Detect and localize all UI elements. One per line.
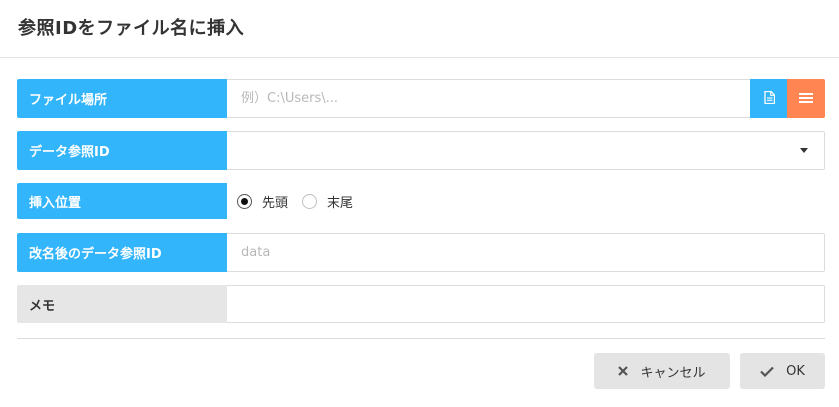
data-ref-id-row: データ参照ID: [17, 131, 825, 170]
memo-row: メモ: [17, 285, 825, 323]
memo-label: メモ: [17, 285, 227, 323]
close-icon: [618, 366, 629, 376]
renamed-data-ref-id-row: 改名後のデータ参照ID: [17, 233, 825, 272]
caret-down-icon: [800, 148, 808, 153]
list-icon: [799, 89, 813, 108]
file-icon: [763, 89, 775, 108]
insert-position-row: 挿入位置 先頭 末尾: [17, 183, 825, 219]
data-ref-id-select[interactable]: [227, 131, 825, 170]
file-location-label: ファイル場所: [17, 79, 227, 118]
ok-button-label: OK: [786, 363, 805, 379]
memo-field: [227, 285, 825, 323]
radio-start-label: 先頭: [262, 195, 289, 211]
renamed-data-ref-id-input[interactable]: [227, 234, 824, 271]
checkmark-icon: [760, 366, 774, 377]
data-ref-id-label: データ参照ID: [17, 131, 227, 170]
data-ref-id-value: [227, 132, 824, 169]
radio-end[interactable]: [302, 193, 318, 209]
file-location-field: [227, 79, 825, 118]
renamed-data-ref-id-field: [227, 233, 825, 272]
file-list-button[interactable]: [787, 79, 825, 118]
radio-option-end[interactable]: 末尾: [302, 192, 353, 211]
file-location-row: ファイル場所: [17, 79, 825, 118]
insert-position-radio-group: 先頭 末尾: [227, 183, 367, 219]
cancel-button[interactable]: キャンセル: [594, 353, 730, 389]
header-divider: [0, 57, 839, 58]
radio-end-label: 末尾: [327, 195, 354, 211]
renamed-data-ref-id-label: 改名後のデータ参照ID: [17, 233, 227, 272]
radio-start[interactable]: [237, 193, 252, 209]
radio-option-start[interactable]: 先頭: [237, 192, 288, 211]
memo-input[interactable]: [227, 286, 824, 322]
insert-position-label: 挿入位置: [17, 183, 227, 219]
ok-button[interactable]: OK: [740, 353, 825, 389]
cancel-button-label: キャンセル: [640, 365, 706, 381]
dialog-title: 参照IDをファイル名に挿入: [18, 18, 245, 39]
file-location-input[interactable]: [227, 80, 750, 117]
file-browse-button[interactable]: [750, 79, 788, 118]
footer-divider: [17, 338, 825, 339]
